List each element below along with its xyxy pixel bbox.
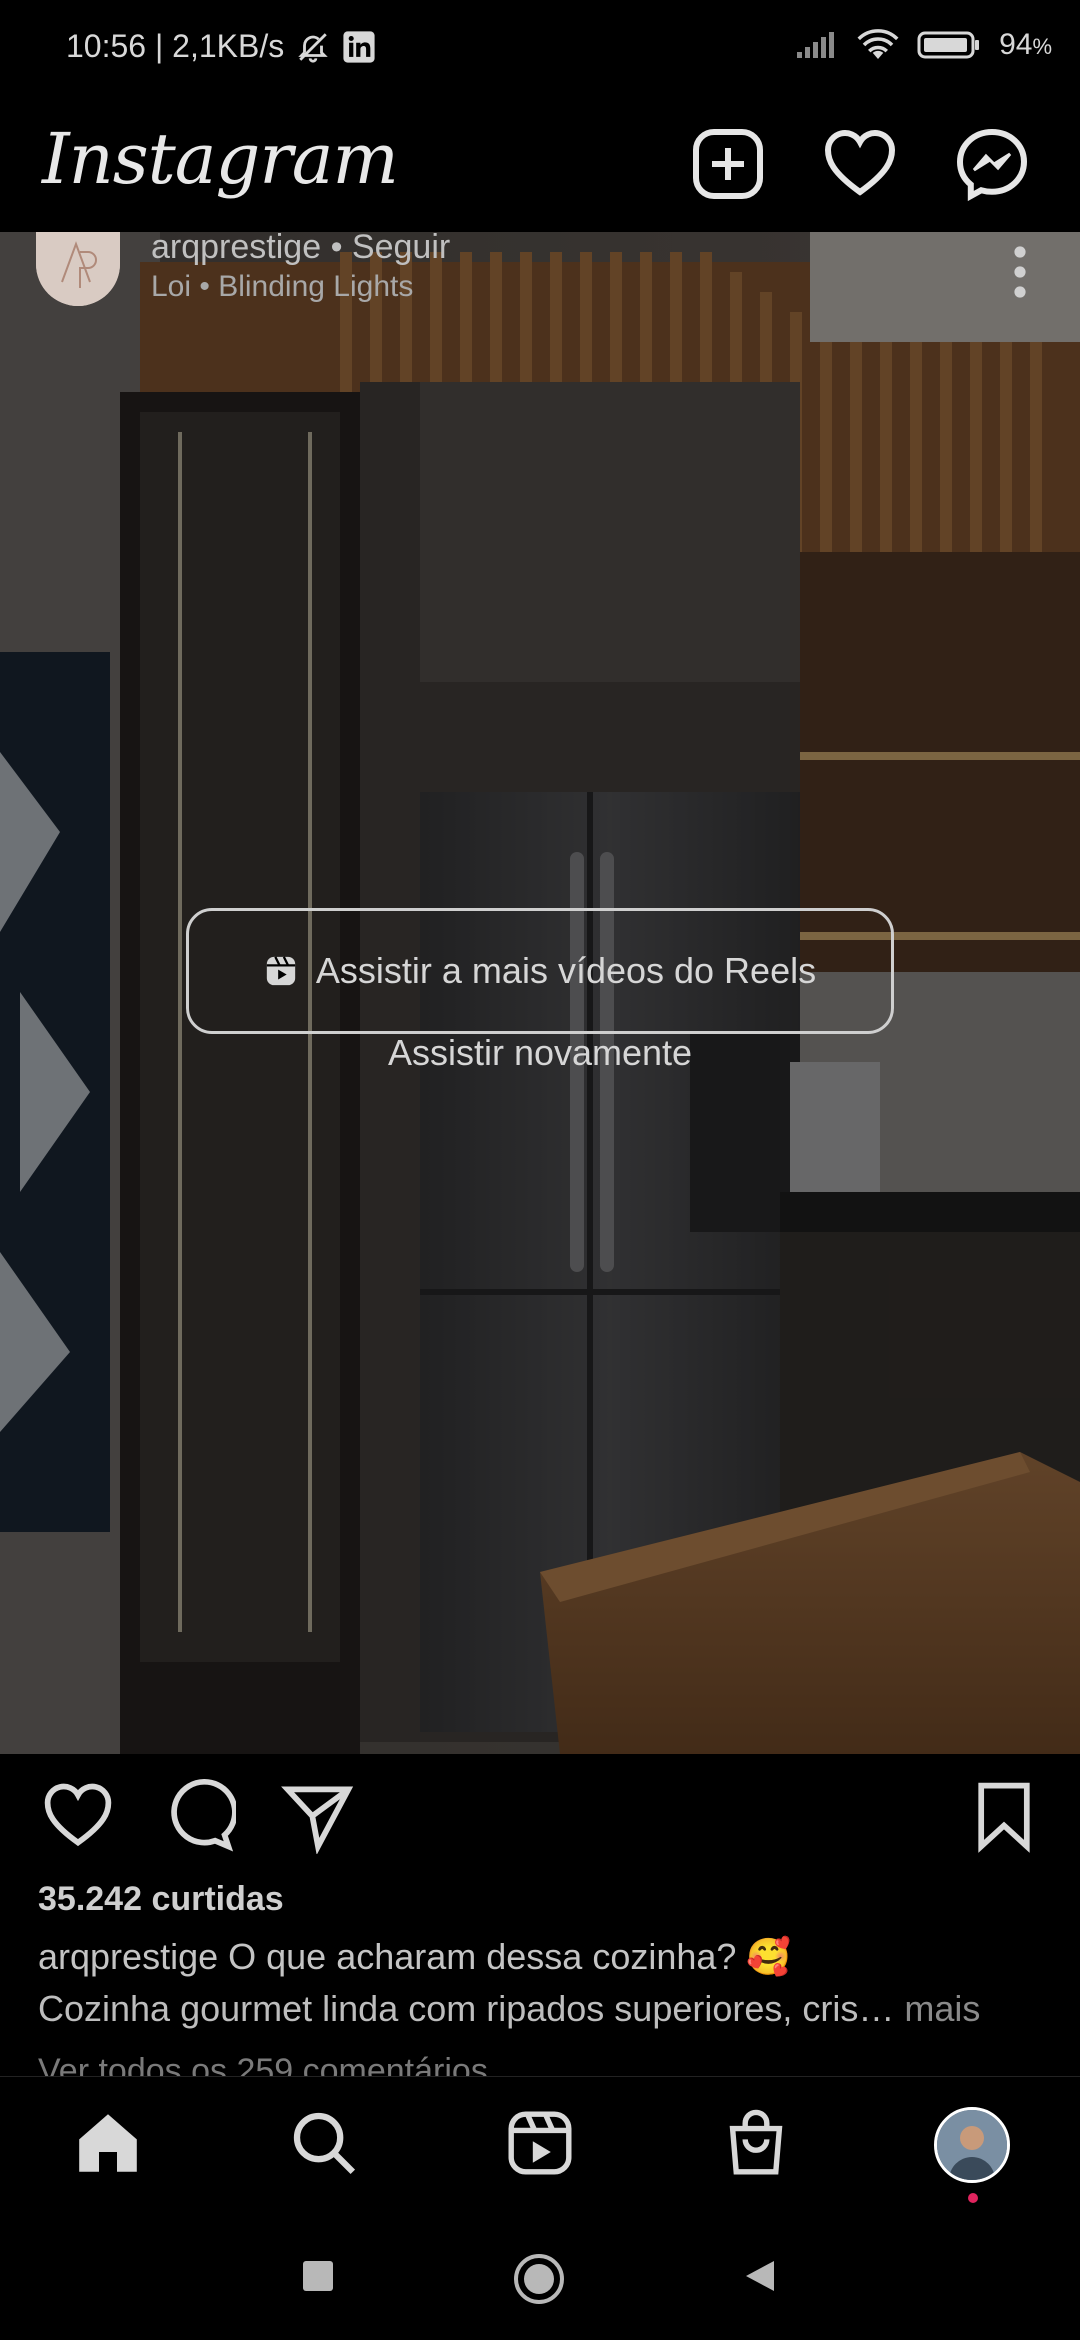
bottom-nav	[0, 2076, 1080, 2217]
home-circle-icon[interactable]	[512, 2252, 566, 2306]
linkedin-icon	[343, 30, 375, 63]
caption-more-link[interactable]: mais	[894, 1988, 980, 2029]
reels-nav-icon[interactable]	[504, 2107, 576, 2179]
comment-icon[interactable]	[160, 1778, 236, 1854]
status-time: 10:56 | 2,1KB/s	[66, 28, 285, 64]
like-count[interactable]: 35.242 curtidas	[38, 1880, 284, 1919]
profile-avatar[interactable]	[934, 2107, 1010, 2183]
activity-heart-icon[interactable]	[820, 124, 900, 204]
battery-icon	[917, 31, 980, 59]
post-author-row: arqprestige • Seguir Loi • Blinding Ligh…	[0, 232, 1080, 332]
bell-muted-icon	[298, 32, 328, 63]
status-right: 94%	[795, 28, 1052, 62]
instagram-logo[interactable]: Instagram	[42, 118, 399, 200]
caption-username[interactable]: arqprestige	[38, 1936, 218, 1977]
caption-continuation: Cozinha gourmet linda com ripados superi…	[38, 1988, 980, 2030]
like-heart-icon[interactable]	[40, 1778, 116, 1854]
top-header: Instagram	[0, 110, 1080, 230]
watch-more-reels-label: Assistir a mais vídeos do Reels	[315, 950, 817, 991]
search-icon[interactable]	[288, 2107, 360, 2179]
caption-text: O que acharam dessa cozinha? 🥰	[228, 1936, 792, 1977]
audio-line[interactable]: Loi • Blinding Lights	[151, 270, 413, 304]
profile-photo	[937, 2110, 1007, 2180]
signal-icon	[797, 32, 835, 58]
replay-label: Assistir novamente	[387, 1032, 693, 1073]
home-icon[interactable]	[72, 2107, 144, 2179]
back-triangle-icon[interactable]	[742, 2258, 778, 2294]
status-left: 10:56 | 2,1KB/s	[66, 28, 376, 65]
watch-more-reels-button[interactable]: Assistir a mais vídeos do Reels	[186, 908, 894, 1034]
post-username[interactable]: arqprestige	[151, 232, 321, 266]
status-bar: 10:56 | 2,1KB/s 94%	[0, 0, 1080, 100]
view-comments-link[interactable]: Ver todos os 259 comentários	[38, 2052, 488, 2078]
reel-video[interactable]: arqprestige • Seguir Loi • Blinding Ligh…	[0, 232, 1080, 1754]
post-username-line[interactable]: arqprestige • Seguir	[151, 232, 450, 267]
arqprestige-logo-icon	[36, 232, 120, 306]
wifi-icon	[857, 29, 899, 59]
more-options-icon[interactable]	[1000, 242, 1040, 302]
share-send-icon[interactable]	[280, 1778, 356, 1854]
battery-level: 94%	[999, 28, 1052, 61]
new-post-icon[interactable]	[688, 124, 768, 204]
follow-button[interactable]: • Seguir	[331, 232, 451, 266]
system-nav-bar	[0, 2220, 1080, 2340]
post-actions	[0, 1760, 1080, 1870]
save-bookmark-icon[interactable]	[966, 1778, 1042, 1854]
profile-notification-dot	[968, 2193, 978, 2203]
replay-button[interactable]: Assistir novamente	[0, 1032, 1080, 1074]
recents-square-icon[interactable]	[300, 2258, 336, 2294]
shop-bag-icon[interactable]	[720, 2107, 792, 2179]
author-avatar[interactable]	[36, 232, 120, 306]
reels-icon	[266, 956, 296, 986]
caption-line-2: Cozinha gourmet linda com ripados superi…	[38, 1988, 895, 2029]
messenger-icon[interactable]	[952, 124, 1032, 204]
caption-line: arqprestige O que acharam dessa cozinha?…	[38, 1936, 791, 1978]
